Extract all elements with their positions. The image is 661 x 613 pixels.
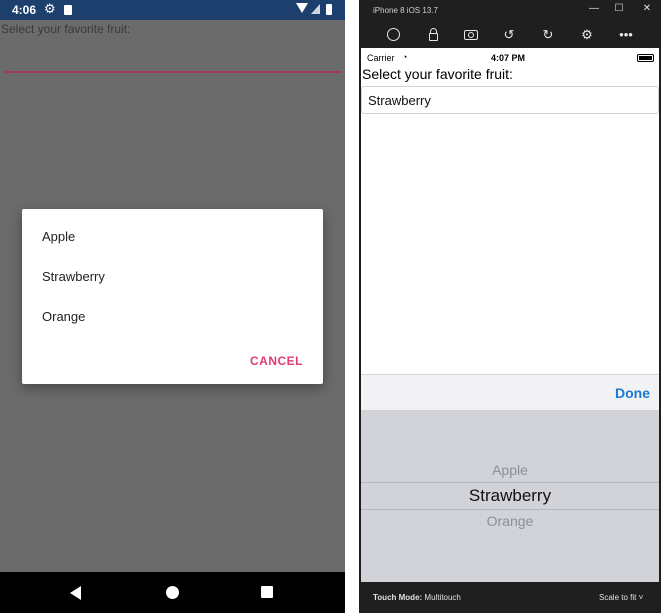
ios-status-time: 4:07 PM (491, 53, 526, 63)
more-icon[interactable]: ••• (618, 27, 634, 43)
close-icon[interactable]: ✕ (640, 3, 654, 14)
ios-status-bar: Carrier ◔ 4:07 PM (361, 48, 659, 66)
battery-icon (326, 4, 332, 15)
android-status-time: 4:06 (12, 3, 37, 17)
dialog-option-apple[interactable]: Apple (42, 229, 75, 244)
picker-wheel[interactable]: Apple Strawberry Orange (361, 410, 659, 582)
window-title: iPhone 8 iOS 13.7 (373, 6, 438, 15)
ios-picker-field[interactable]: Strawberry (361, 86, 659, 114)
rotate-left-icon[interactable]: ↺ (501, 27, 517, 43)
touch-mode-value: Multitouch (424, 593, 461, 602)
wifi-icon: ◔ (402, 52, 408, 62)
maximize-icon[interactable]: ☐ (612, 3, 626, 14)
home-icon[interactable] (387, 28, 400, 41)
touch-mode[interactable]: Touch Mode: Multitouch (373, 593, 461, 602)
dialog-option-strawberry[interactable]: Strawberry (42, 269, 105, 284)
battery-icon (637, 54, 654, 62)
scale-label: Scale to fit (599, 593, 637, 602)
rotate-right-icon[interactable]: ↻ (540, 27, 556, 43)
android-picker-label: Select your favorite fruit: (1, 22, 131, 36)
signal-icon (311, 4, 320, 14)
wheel-divider (361, 482, 659, 483)
simulator-footer: Touch Mode: Multitouch Scale to fit ˅ (359, 587, 661, 607)
recents-icon[interactable] (261, 586, 273, 598)
touch-mode-label: Touch Mode: (373, 593, 423, 602)
ios-picker-label: Select your favorite fruit: (362, 66, 513, 82)
wheel-item-orange[interactable]: Orange (361, 513, 659, 529)
done-button[interactable]: Done (615, 385, 650, 401)
wheel-item-apple[interactable]: Apple (361, 462, 659, 478)
carrier-label: Carrier (367, 53, 395, 63)
wifi-icon (296, 3, 308, 13)
chevron-down-icon: ˅ (638, 593, 644, 602)
home-icon[interactable] (166, 586, 179, 599)
picker-toolbar: Done (361, 374, 659, 410)
sd-card-icon (64, 5, 72, 15)
dialog-option-orange[interactable]: Orange (42, 309, 85, 324)
ios-screen: Carrier ◔ 4:07 PM Select your favorite f… (361, 48, 659, 582)
settings-icon[interactable]: ⚙ (579, 27, 595, 43)
wheel-item-strawberry[interactable]: Strawberry (361, 486, 659, 506)
scale-dropdown[interactable]: Scale to fit ˅ (599, 593, 643, 602)
android-navigation-bar (0, 572, 345, 613)
settings-icon: ⚙ (44, 1, 56, 16)
android-picker-field[interactable] (4, 71, 341, 73)
android-screen: 4:06 ⚙ Select your favorite fruit: Apple… (0, 0, 345, 613)
cancel-button[interactable]: CANCEL (250, 354, 303, 368)
android-status-bar: 4:06 ⚙ (0, 0, 345, 20)
screenshot-icon[interactable] (464, 30, 478, 40)
back-icon[interactable] (70, 586, 81, 600)
minimize-icon[interactable]: — (587, 3, 601, 14)
wheel-divider (361, 509, 659, 510)
android-picker-dialog: Apple Strawberry Orange CANCEL (22, 209, 323, 384)
lock-icon[interactable] (429, 28, 438, 41)
ios-simulator-window: iPhone 8 iOS 13.7 — ☐ ✕ ↺ ↻ ⚙ ••• Carrie… (359, 0, 661, 613)
